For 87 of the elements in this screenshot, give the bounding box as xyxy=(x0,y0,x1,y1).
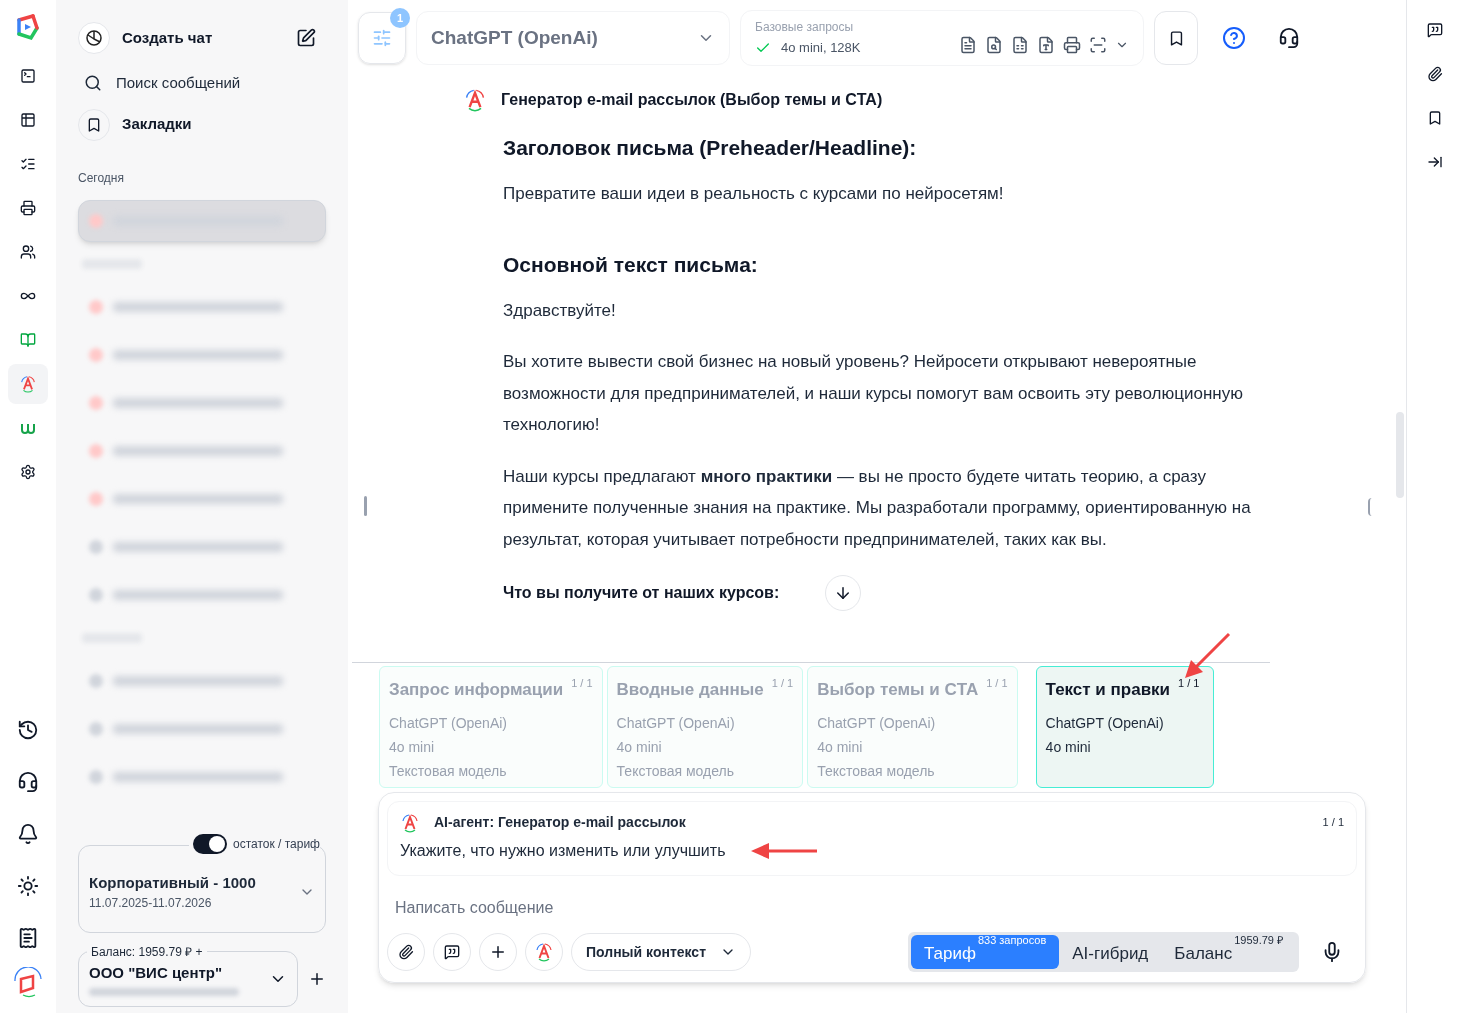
notifications-icon[interactable] xyxy=(17,823,39,845)
step-detail: ChatGPT (OpenAi) xyxy=(817,713,937,733)
bookmarks-button[interactable]: Закладки xyxy=(78,108,326,141)
attach-icon[interactable] xyxy=(1427,66,1443,82)
step-counter: 1 / 1 xyxy=(771,676,794,691)
step-detail: 4o mini xyxy=(1045,737,1092,757)
prompt-counter: 1 / 1 xyxy=(1322,815,1344,831)
step-detail: 4o mini xyxy=(616,737,663,757)
annotation-arrow xyxy=(1183,632,1233,680)
agent-logo-icon xyxy=(400,812,420,833)
section-heading: Заголовок письма (Preheader/Headline): xyxy=(503,135,918,161)
bookmark-button[interactable] xyxy=(1154,11,1198,65)
agent-title: Генератор e-mail рассылок (Выбор темы и CTA) xyxy=(501,90,883,110)
bookmark-icon[interactable] xyxy=(1427,110,1443,126)
terminal-icon xyxy=(20,68,36,84)
step-detail: ChatGPT (OpenAi) xyxy=(1045,713,1165,733)
plus-icon xyxy=(489,943,507,961)
step-title: Выбор темы и CTA xyxy=(817,679,979,701)
spreadsheet-file-icon[interactable] xyxy=(1011,36,1029,54)
paragraph: Здравствуйте! xyxy=(503,299,617,322)
scroll-down-button[interactable] xyxy=(825,575,862,611)
step-counter: 1 / 1 xyxy=(571,676,593,691)
section-heading: Основной текст письма: xyxy=(503,252,759,278)
new-chat-icon[interactable] xyxy=(296,28,316,48)
paragraph: Вы хотите вывести свой бизнес на новый уровень? Нейросети открывают невероятные возможности для предпринимателей, и наши курсы помогут вам освоить эту революционную технологию! xyxy=(503,351,1244,436)
step-detail: ChatGPT (OpenAi) xyxy=(616,713,736,733)
support-icon[interactable] xyxy=(17,771,39,793)
paragraph: Наши курсы предлагают много практики — вы не просто будете читать теорию, а сразу примените полученные знания на практике. Мы разработали программу, ориентированную на результат, которая учитывает потребности предпринимателей, таких как вы. xyxy=(503,465,1252,551)
workflow-step-card[interactable]: Текст и правки 1 / 1 ChatGPT (OpenAi) 4o mini xyxy=(1035,666,1214,788)
plan-name: Корпоративный - 1000 xyxy=(89,872,257,893)
support-icon[interactable] xyxy=(1278,27,1300,49)
book-icon xyxy=(20,332,36,348)
quote-icon[interactable] xyxy=(1427,22,1443,38)
agent-name: AI-агент: Генератор e-mail рассылок xyxy=(434,813,686,832)
organization-name: ООО "ВИС центр" xyxy=(89,962,224,983)
paragraph: Превратите ваши идеи в реальность с курсами по нейросетям! xyxy=(503,182,1005,205)
search-messages-button[interactable]: Поиск сообщений xyxy=(78,72,326,95)
notification-badge: 1 xyxy=(390,8,410,28)
attach-icon xyxy=(398,944,414,960)
add-icon[interactable] xyxy=(308,970,326,988)
theme-icon[interactable] xyxy=(17,875,39,897)
step-title: Текст и правки xyxy=(1045,679,1171,701)
resize-handle[interactable] xyxy=(364,496,367,516)
step-detail: 4o mini xyxy=(817,737,864,757)
history-icon[interactable] xyxy=(17,719,39,741)
list-heading: Что вы получите от наших курсов: xyxy=(503,583,780,603)
agent-logo-icon xyxy=(463,88,487,112)
document-icon[interactable] xyxy=(959,36,977,54)
requests-panel[interactable]: Базовые запросы 4o mini, 128K xyxy=(740,10,1144,66)
step-detail: Текстовая модель xyxy=(817,761,936,781)
scan-icon[interactable] xyxy=(1089,36,1107,54)
balance-toggle[interactable] xyxy=(192,834,227,854)
create-chat-button[interactable]: Создать чат xyxy=(122,26,213,50)
message-input[interactable]: Написать сообщение xyxy=(395,896,1349,920)
step-detail: Текстовая модель xyxy=(389,761,508,781)
step-counter: 1 / 1 xyxy=(986,676,1008,691)
w-logo-icon xyxy=(20,421,36,435)
plan-dates: 11.07.2025-11.07.2026 xyxy=(89,895,213,913)
section-heading: Сегодня xyxy=(78,169,125,187)
text-file-icon[interactable] xyxy=(1037,36,1055,54)
list-icon xyxy=(20,156,36,172)
step-detail: 4o mini xyxy=(389,737,436,757)
settings-icon xyxy=(372,28,392,48)
quote-icon xyxy=(444,944,460,960)
requests-value: 4o mini, 128K xyxy=(781,39,861,58)
printer-icon xyxy=(20,200,36,216)
step-title: Запрос информации xyxy=(389,679,564,701)
receipt-icon[interactable] xyxy=(17,927,39,949)
model-select[interactable]: ChatGPT (OpenAi) xyxy=(416,11,730,65)
annotation-arrow xyxy=(751,843,820,859)
scrollbar-thumb[interactable] xyxy=(1396,412,1404,498)
search-icon xyxy=(84,74,102,93)
agent-logo-icon xyxy=(19,375,37,393)
collapse-panel-icon[interactable] xyxy=(1427,154,1443,170)
step-title: Вводные данные xyxy=(616,679,764,701)
agent-logo-icon xyxy=(534,942,554,962)
requests-label: Базовые запросы xyxy=(755,19,855,37)
agent-prompt: Укажите, что нужно изменить или улучшить xyxy=(400,841,726,861)
step-detail: Текстовая модель xyxy=(616,761,736,781)
table-icon xyxy=(20,112,36,128)
users-icon xyxy=(20,244,36,260)
mode-tab[interactable]: AI-гибрид xyxy=(1059,935,1162,969)
step-counter: 1 / 1 xyxy=(1178,676,1200,691)
collapse-handle[interactable] xyxy=(1368,498,1372,516)
step-detail: ChatGPT (OpenAi) xyxy=(389,713,508,733)
settings-icon xyxy=(20,464,36,480)
help-icon[interactable] xyxy=(1222,26,1246,50)
